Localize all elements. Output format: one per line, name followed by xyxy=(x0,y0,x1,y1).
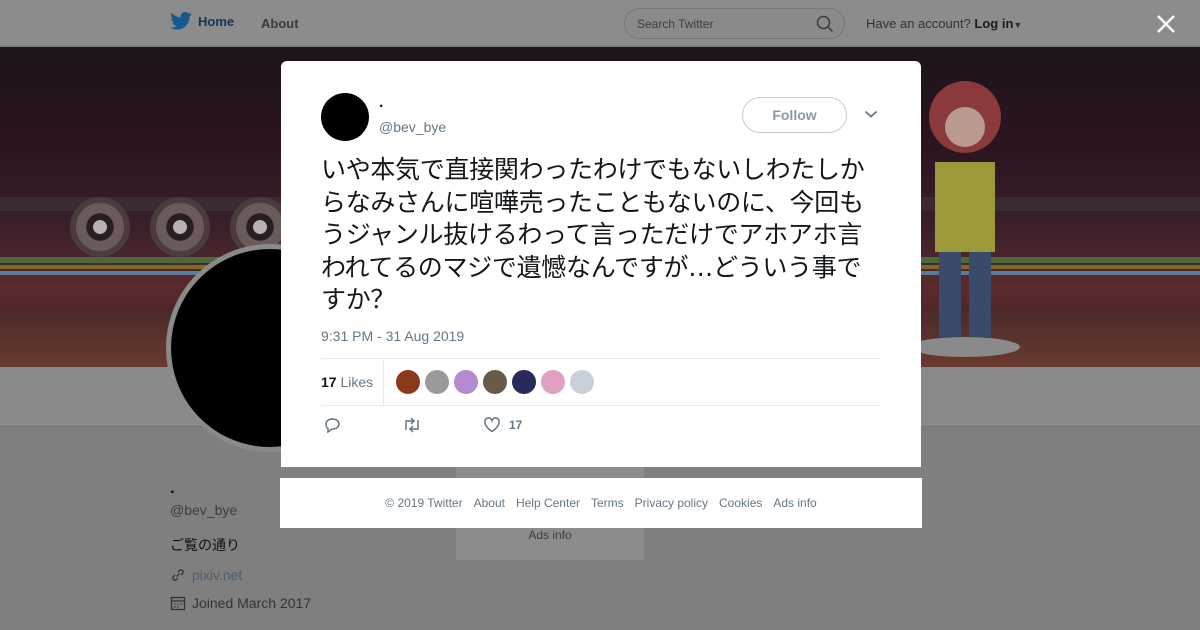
calendar-icon xyxy=(170,596,186,611)
heart-icon xyxy=(484,417,500,433)
link-icon xyxy=(172,569,184,581)
likes-label: Likes xyxy=(340,374,374,390)
account-prompt: Have an account? xyxy=(866,16,971,31)
sidebar-ads-info[interactable]: Ads info xyxy=(456,528,644,542)
liker-avatar[interactable] xyxy=(454,370,478,394)
footer-link[interactable]: Terms xyxy=(591,496,624,510)
login-link[interactable]: Log in xyxy=(974,16,1013,31)
caret-down-icon[interactable]: ▼ xyxy=(1013,20,1022,30)
liker-avatar[interactable] xyxy=(570,370,594,394)
profile-handle[interactable]: @bev_bye xyxy=(170,502,237,518)
liker-avatar[interactable] xyxy=(512,370,536,394)
profile-website-label[interactable]: pixiv.net xyxy=(192,567,242,583)
liker-avatar[interactable] xyxy=(541,370,565,394)
liker-avatars xyxy=(396,370,594,394)
profile-joined-label: Joined March 2017 xyxy=(192,595,312,611)
tweet-timestamp[interactable]: 9:31 PM - 31 Aug 2019 xyxy=(321,328,464,344)
search-placeholder: Search Twitter xyxy=(637,17,714,31)
stats-divider xyxy=(383,359,384,406)
account-area: Have an account? Log in▼ xyxy=(866,16,1022,31)
nav-home-link[interactable]: Home xyxy=(170,12,234,30)
twitter-bird-icon xyxy=(170,12,192,30)
likes-stat[interactable]: 17 Likes xyxy=(321,374,373,390)
modal-footer: © 2019 Twitter About Help Center Terms Priva… xyxy=(280,478,922,528)
search-input[interactable]: Search Twitter xyxy=(624,8,845,39)
footer-link[interactable]: Cookies xyxy=(719,496,762,510)
profile-joined: Joined March 2017 xyxy=(170,595,311,611)
nav-about-link[interactable]: About xyxy=(261,16,299,31)
liker-avatar[interactable] xyxy=(483,370,507,394)
like-button[interactable]: 17 xyxy=(483,416,522,434)
liker-avatar[interactable] xyxy=(425,370,449,394)
footer-link[interactable]: Ads info xyxy=(773,496,816,510)
tweet-author-avatar[interactable] xyxy=(321,93,369,141)
retweet-button[interactable] xyxy=(402,416,422,434)
close-icon[interactable] xyxy=(1152,10,1180,38)
search-icon[interactable] xyxy=(816,15,834,33)
like-count: 17 xyxy=(509,418,523,432)
reply-icon xyxy=(325,418,340,434)
footer-link[interactable]: About xyxy=(474,496,505,510)
top-navigation-bar: Home About Search Twitter Have an accoun… xyxy=(0,0,1200,46)
tweet-modal: . @bev_bye Follow いや本気で直接関わったわけでもないしわたしか… xyxy=(281,61,921,467)
tweet-stats: 17 Likes xyxy=(321,358,881,406)
nav-home-label: Home xyxy=(198,13,235,29)
footer-link[interactable]: Privacy policy xyxy=(635,496,708,510)
tweet-author-handle[interactable]: @bev_bye xyxy=(379,119,446,135)
profile-website[interactable]: pixiv.net xyxy=(170,567,242,583)
reply-button[interactable] xyxy=(323,416,341,434)
follow-button[interactable]: Follow xyxy=(742,97,847,133)
chevron-down-icon[interactable] xyxy=(864,109,878,119)
tweet-author-name[interactable]: . xyxy=(379,94,383,112)
tweet-text: いや本気で直接関わったわけでもないしわたしからなみさんに喧嘩売ったこともないのに… xyxy=(321,155,865,314)
liker-avatar[interactable] xyxy=(396,370,420,394)
footer-link[interactable]: © 2019 Twitter xyxy=(385,496,462,510)
profile-name: . xyxy=(170,478,175,497)
tweet-actions: 17 xyxy=(321,416,881,440)
footer-link[interactable]: Help Center xyxy=(516,496,580,510)
profile-bio: ご覧の通り xyxy=(170,537,240,553)
likes-count: 17 xyxy=(321,374,337,390)
banner-character-image xyxy=(910,81,1020,357)
retweet-icon xyxy=(405,417,419,433)
